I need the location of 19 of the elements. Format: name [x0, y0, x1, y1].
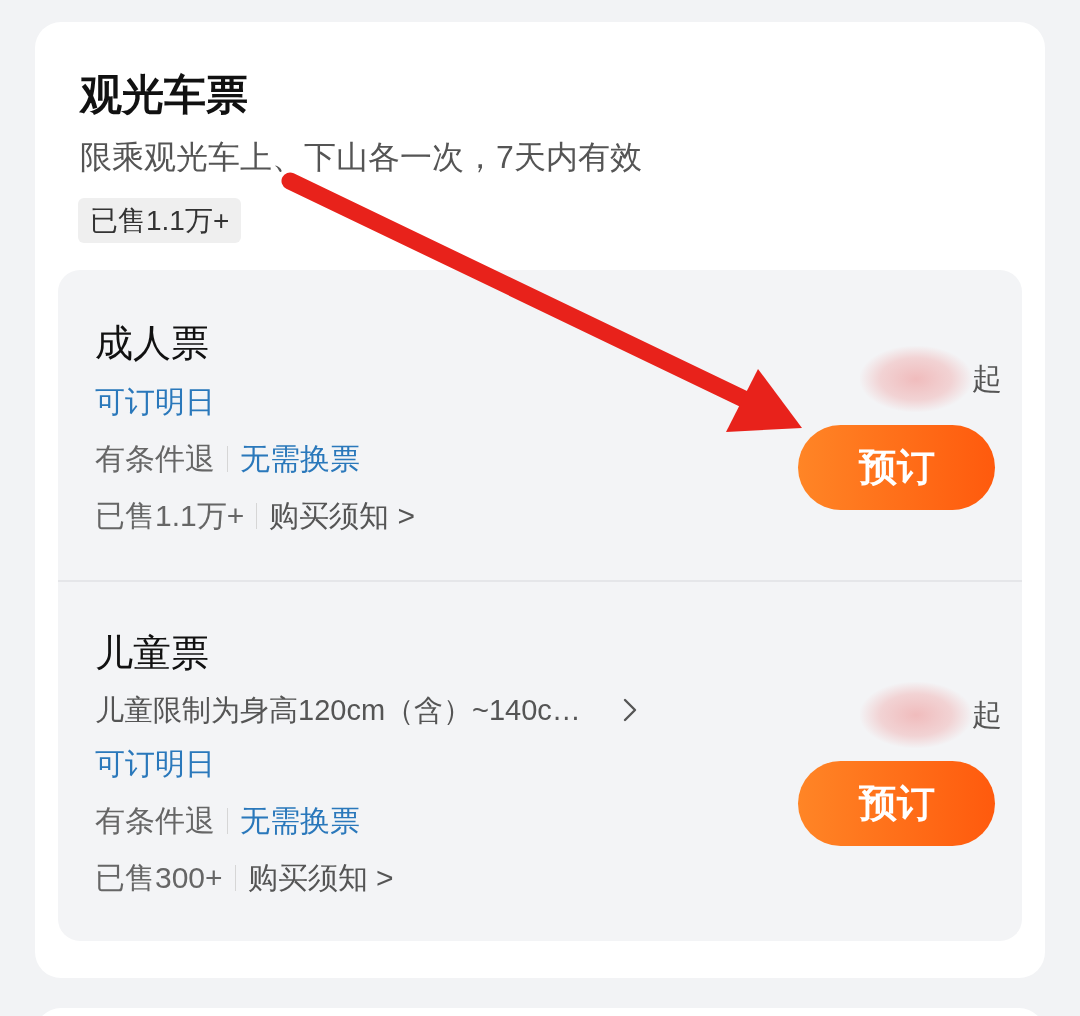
purchase-notice-link[interactable]: 购买须知 > [269, 495, 416, 537]
ticket-name: 成人票 [95, 321, 209, 366]
ticket-description: 儿童限制为身高120cm（含）~140c… [95, 693, 581, 728]
price-suffix: 起 [972, 360, 1002, 397]
section-subtitle: 限乘观光车上、下山各一次，7天内有效 [80, 138, 642, 177]
ticket-tag: 有条件退 [95, 438, 215, 480]
sold-count: 已售300+ [95, 860, 223, 896]
ticket-tag: 无需换票 [240, 438, 360, 480]
price-suffix: 起 [972, 696, 1002, 733]
ticket-name: 儿童票 [95, 631, 209, 676]
purchase-notice-link[interactable]: 购买须知 > [247, 857, 394, 899]
section-title: 观光车票 [80, 70, 248, 120]
sold-count: 已售1.1万+ [95, 498, 245, 534]
chevron-right-icon[interactable] [622, 698, 637, 722]
availability-label: 可订明日 [95, 384, 215, 420]
ticket-tag: 无需换票 [240, 800, 360, 842]
availability-label: 可订明日 [95, 746, 215, 782]
sold-badge: 已售1.1万+ [78, 198, 242, 243]
ticket-tag: 有条件退 [95, 800, 215, 842]
